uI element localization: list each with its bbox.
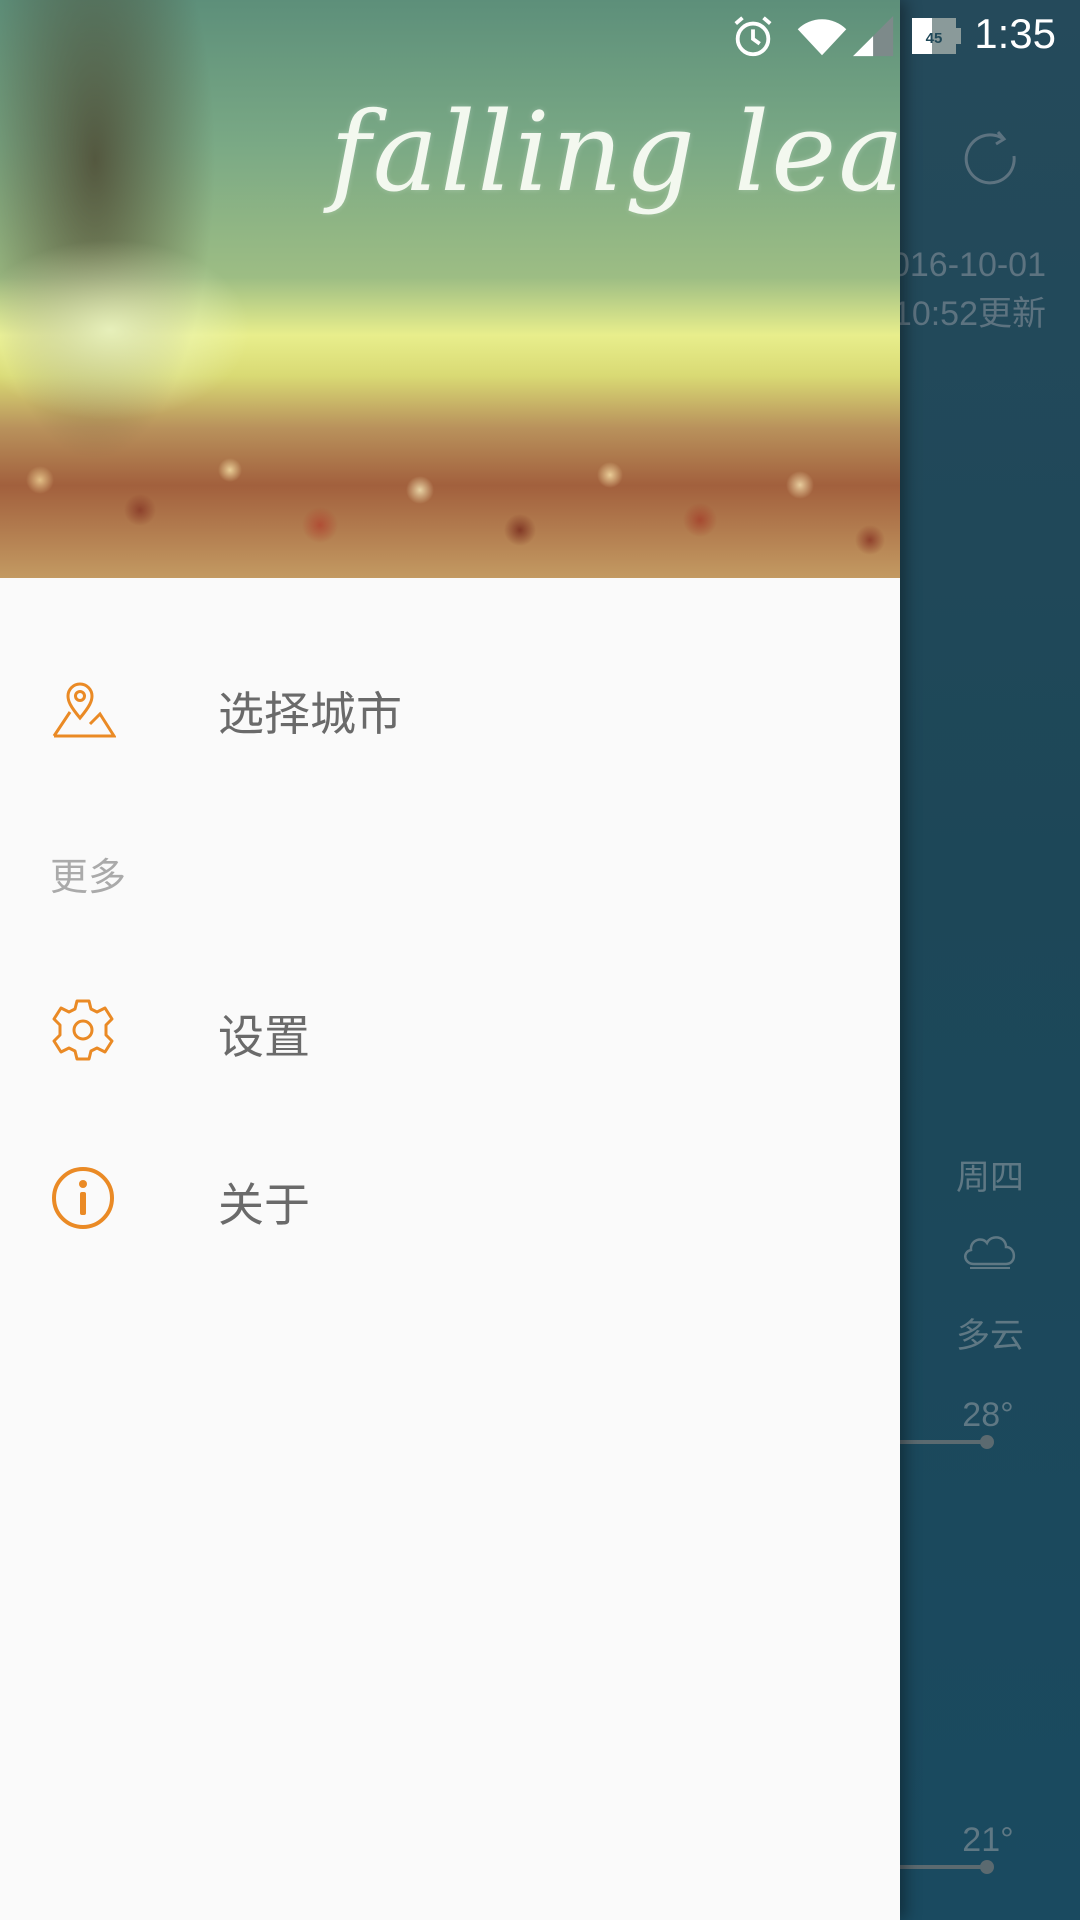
status-bar: 45 1:35 [0,0,1080,74]
drawer-header-image: falling leaves [0,0,900,578]
refresh-icon[interactable] [958,126,1024,192]
temperature-low: 21° [962,1821,1014,1859]
status-time: 1:35 [974,10,1056,57]
menu-item-about[interactable]: 关于 [0,1135,900,1255]
battery-level-text: 45 [926,30,943,47]
menu-item-select-city[interactable]: 选择城市 [0,644,900,764]
temperature-low-dot [980,1860,994,1874]
forecast-day-label: 周四 [956,1159,1024,1197]
update-time: 10:52更新 [892,295,1046,333]
temperature-high-line [900,1440,988,1444]
gear-icon [52,999,114,1061]
info-icon [52,1167,114,1229]
screen: 2016-10-01 10:52更新 周四 多云 28° 21° falling… [0,0,1080,1920]
temperature-high-dot [980,1435,994,1449]
map-pin-icon [52,682,116,738]
signal-icon [853,16,894,57]
wifi-icon [797,19,847,56]
fallen-leaves-decoration [0,430,900,578]
drawer-header-title: falling leaves [330,88,900,216]
menu-item-about-label: 关于 [218,1178,310,1232]
navigation-drawer: falling leaves 选择城市 更多 设置 [0,0,900,1920]
menu-item-settings[interactable]: 设置 [0,967,900,1087]
alarm-icon [734,16,772,57]
menu-item-select-city-label: 选择城市 [218,687,402,741]
temperature-low-line [900,1865,988,1869]
menu-item-settings-label: 设置 [218,1010,310,1064]
forecast-condition: 多云 [956,1317,1024,1355]
temperature-high: 28° [962,1396,1014,1434]
section-header-more: 更多 [50,855,127,899]
cloud-icon [964,1236,1016,1269]
battery-icon: 45 [912,18,961,54]
